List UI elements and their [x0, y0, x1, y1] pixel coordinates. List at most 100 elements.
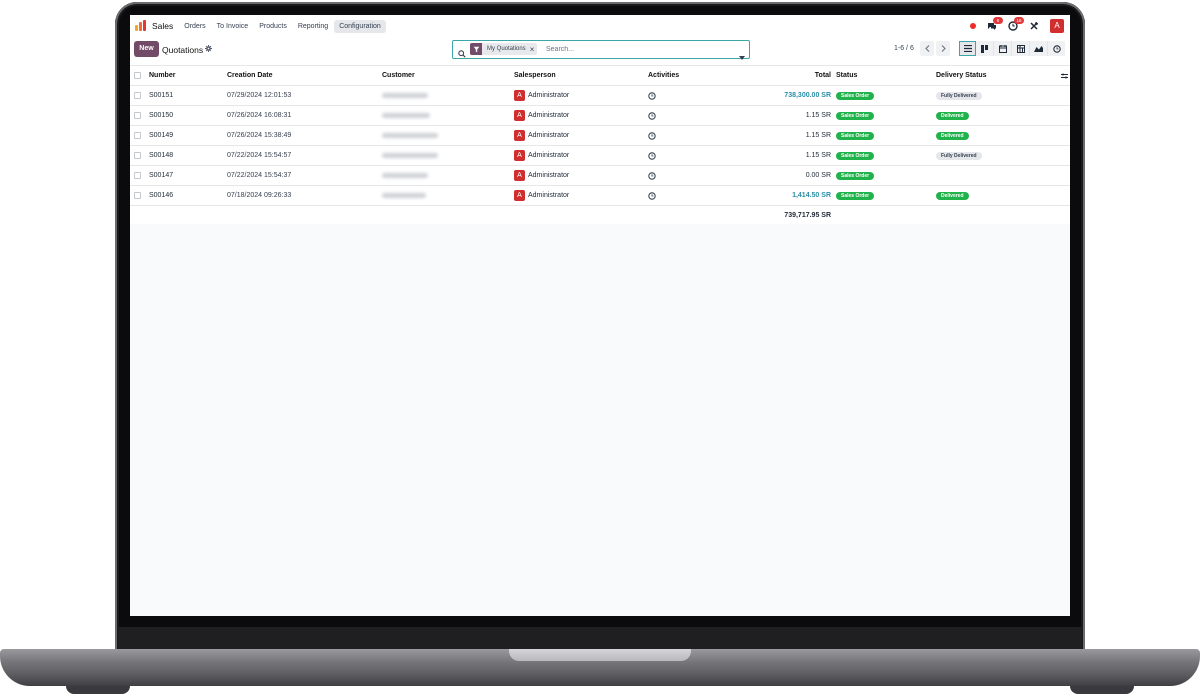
creation-date: 07/22/2024 15:54:37 [227, 172, 292, 179]
gear-icon[interactable] [205, 45, 212, 54]
top-navbar: Sales Orders To Invoice Products Reporti… [130, 15, 1070, 38]
order-total: 1.15 SR [805, 112, 831, 119]
activity-clock-icon[interactable] [648, 186, 656, 205]
activity-clock-icon[interactable] [648, 106, 656, 125]
menu-orders[interactable]: Orders [179, 20, 210, 33]
record-icon[interactable] [970, 23, 976, 29]
pager-next-icon[interactable] [936, 41, 950, 56]
list-view-icon[interactable] [959, 41, 976, 56]
search-options-caret-icon[interactable] [739, 47, 745, 65]
creation-date: 07/29/2024 12:01:53 [227, 92, 292, 99]
delivery-status-badge: Delivered [936, 186, 969, 205]
customer-name-redacted [382, 106, 430, 125]
menu-reporting[interactable]: Reporting [293, 20, 333, 33]
remove-facet-icon[interactable]: × [530, 45, 538, 54]
kanban-view-icon[interactable] [976, 41, 994, 56]
delivery-status-badge: Delivered [936, 106, 969, 125]
status-badge: Sales Order [836, 106, 875, 125]
creation-date: 07/26/2024 16:08:31 [227, 112, 292, 119]
row-checkbox[interactable] [134, 152, 141, 159]
creation-date: 07/26/2024 15:38:49 [227, 132, 292, 139]
delivery-status-badge: Fully Delivered [936, 86, 982, 105]
search-icon[interactable] [458, 45, 466, 63]
table-row[interactable]: S00149 07/26/2024 15:38:49 A Administrato… [130, 126, 1070, 146]
status-badge: Sales Order [836, 146, 875, 165]
row-checkbox[interactable] [134, 172, 141, 179]
activity-clock-icon[interactable] [648, 126, 656, 145]
select-all-checkbox[interactable] [134, 72, 141, 79]
column-delivery-status[interactable]: Delivery Status [936, 66, 987, 85]
customer-name-redacted [382, 186, 426, 205]
table-row[interactable]: S00146 07/18/2024 09:26:33 A Administrato… [130, 186, 1070, 206]
order-total: 738,300.00 SR [784, 92, 831, 99]
salesperson-avatar: A [514, 90, 525, 101]
status-badge: Sales Order [836, 86, 875, 105]
main-menu: Orders To Invoice Products Reporting Con… [179, 19, 387, 33]
customer-name-redacted [382, 86, 428, 105]
salesperson: A Administrator [514, 106, 569, 125]
menu-configuration[interactable]: Configuration [334, 19, 386, 33]
column-customer[interactable]: Customer [382, 66, 415, 85]
salesperson-avatar: A [514, 190, 525, 201]
row-checkbox[interactable] [134, 112, 141, 119]
order-number: S00150 [149, 112, 174, 119]
row-checkbox[interactable] [134, 132, 141, 139]
pager-previous-icon[interactable] [920, 41, 934, 56]
table-row[interactable]: S00150 07/26/2024 16:08:31 A Administrato… [130, 106, 1070, 126]
messages-icon[interactable]: 6 [987, 17, 1003, 31]
column-status[interactable]: Status [836, 66, 857, 85]
table-row[interactable]: S00151 07/29/2024 12:01:53 A Administrato… [130, 86, 1070, 106]
order-total: 1.15 SR [805, 152, 831, 159]
order-total: 0.00 SR [805, 172, 831, 179]
laptop-chin [118, 627, 1082, 649]
column-activities[interactable]: Activities [648, 66, 679, 85]
row-checkbox[interactable] [134, 92, 141, 99]
breadcrumb: Quotations [162, 45, 204, 55]
debug-tools-icon[interactable] [1029, 21, 1039, 31]
creation-date: 07/22/2024 15:54:57 [227, 152, 292, 159]
column-number[interactable]: Number [149, 66, 175, 85]
salesperson-avatar: A [514, 150, 525, 161]
calendar-view-icon[interactable] [994, 41, 1012, 56]
menu-products[interactable]: Products [254, 20, 292, 33]
menu-to-invoice[interactable]: To Invoice [212, 20, 254, 33]
search-bar[interactable]: My Quotations × [452, 40, 750, 60]
search-input[interactable] [546, 43, 726, 55]
column-total[interactable]: Total [815, 66, 831, 85]
optional-columns-icon[interactable] [1061, 66, 1068, 85]
activity-clock-icon[interactable] [648, 86, 656, 105]
laptop-notch [509, 649, 691, 661]
new-button[interactable]: New [134, 41, 159, 57]
order-total: 1.15 SR [805, 132, 831, 139]
table-row[interactable]: S00148 07/22/2024 15:54:57 A Administrato… [130, 146, 1070, 166]
order-total: 1,414.50 SR [792, 192, 831, 199]
order-number: S00147 [149, 172, 174, 179]
control-panel: New Quotations My Quotations × 1-6 / 6 [130, 37, 1070, 66]
order-number: S00151 [149, 92, 174, 99]
messages-badge: 6 [993, 17, 1003, 24]
table-row[interactable]: S00147 07/22/2024 15:54:37 A Administrato… [130, 166, 1070, 186]
activities-clock-icon[interactable]: 18 [1008, 17, 1024, 31]
pager-value[interactable]: 1-6 / 6 [894, 45, 914, 52]
order-number: S00146 [149, 192, 174, 199]
column-creation-date[interactable]: Creation Date [227, 66, 273, 85]
salesperson: A Administrator [514, 86, 569, 105]
column-salesperson[interactable]: Salesperson [514, 66, 556, 85]
customer-name-redacted [382, 166, 428, 185]
status-badge: Sales Order [836, 186, 875, 205]
sales-app-icon[interactable] [135, 20, 147, 32]
activity-view-icon[interactable] [1048, 41, 1065, 56]
row-checkbox[interactable] [134, 192, 141, 199]
graph-view-icon[interactable] [1030, 41, 1048, 56]
activity-clock-icon[interactable] [648, 146, 656, 165]
pivot-view-icon[interactable] [1012, 41, 1030, 56]
activity-clock-icon[interactable] [648, 166, 656, 185]
app-name[interactable]: Sales [152, 21, 173, 31]
salesperson: A Administrator [514, 166, 569, 185]
salesperson-avatar: A [514, 110, 525, 121]
user-avatar[interactable]: A [1050, 19, 1064, 33]
delivery-status-badge: Fully Delivered [936, 146, 982, 165]
table-header: Number Creation Date Customer Salesperso… [130, 66, 1070, 86]
filter-icon [470, 43, 482, 55]
search-facet: My Quotations × [470, 43, 538, 55]
